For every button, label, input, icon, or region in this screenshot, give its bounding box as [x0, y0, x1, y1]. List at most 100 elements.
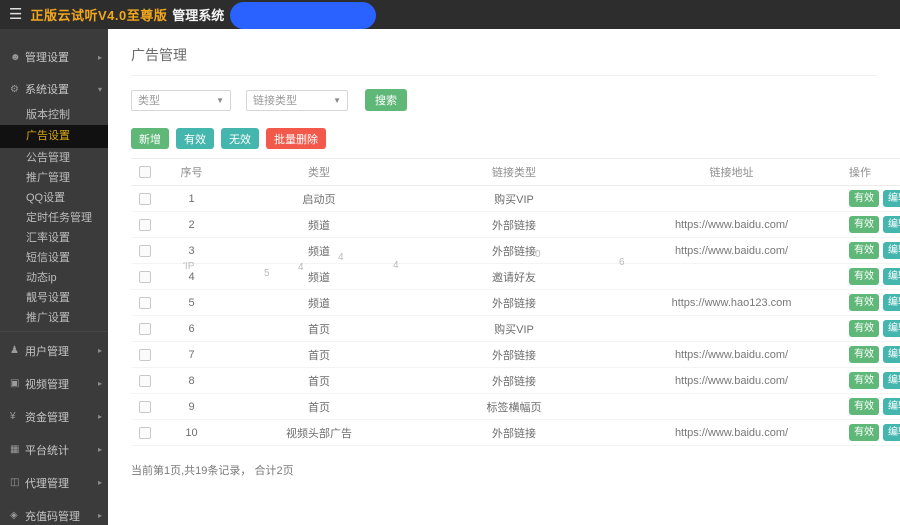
sidebar-subitem-推广管理[interactable]: 推广管理	[0, 168, 108, 188]
cell-serial-no: 10	[159, 420, 224, 446]
invalid-button[interactable]: 无效	[221, 128, 259, 149]
cell-link-url	[614, 264, 849, 290]
cell-link-url	[614, 394, 849, 420]
cell-actions: 有效编辑	[849, 342, 900, 368]
sidebar-subitem-广告设置[interactable]: 广告设置	[0, 125, 108, 148]
row-edit-button[interactable]: 编辑	[883, 320, 900, 337]
cell-actions: 有效编辑	[849, 186, 900, 212]
select-all-checkbox[interactable]	[139, 166, 151, 178]
column-header-url: 链接地址	[614, 159, 849, 186]
sidebar-item-2[interactable]: ⚙系统设置▾	[0, 73, 108, 105]
row-valid-button[interactable]: 有效	[849, 216, 879, 233]
agents-icon: ◫	[10, 477, 25, 488]
row-checkbox[interactable]	[139, 219, 151, 231]
sidebar-subitem-公告管理[interactable]: 公告管理	[0, 148, 108, 168]
sidebar-item-3[interactable]: ♟用户管理▸	[0, 334, 108, 367]
sidebar-subitem-靓号设置[interactable]: 靓号设置	[0, 288, 108, 308]
row-checkbox[interactable]	[139, 401, 151, 413]
sidebar-item-6[interactable]: ▦平台统计▸	[0, 433, 108, 466]
row-valid-button[interactable]: 有效	[849, 346, 879, 363]
row-checkbox[interactable]	[139, 245, 151, 257]
table-row: 6首页购买VIP有效编辑	[131, 316, 900, 342]
sidebar-subitem-版本控制[interactable]: 版本控制	[0, 105, 108, 125]
link-type-filter-value: 链接类型	[253, 92, 333, 108]
row-checkbox[interactable]	[139, 297, 151, 309]
sidebar-subitem-短信设置[interactable]: 短信设置	[0, 248, 108, 268]
row-edit-button[interactable]: 编辑	[883, 372, 900, 389]
cell-serial-no: 7	[159, 342, 224, 368]
ads-table-wrapper: 序号 类型 链接类型 链接地址 操作 1启动页购买VIP有效编辑2频道外部链接h…	[131, 158, 900, 446]
filter-row: 类型 ▼ 链接类型 ▼ 搜索	[131, 89, 900, 111]
cell-link-type: 外部链接	[414, 420, 614, 446]
cell-actions: 有效编辑	[849, 368, 900, 394]
chevron-right-icon: ▸	[98, 53, 102, 62]
sidebar-subitem-定时任务管理[interactable]: 定时任务管理	[0, 208, 108, 228]
row-edit-button[interactable]: 编辑	[883, 294, 900, 311]
cell-serial-no: 4	[159, 264, 224, 290]
cell-actions: 有效编辑	[849, 212, 900, 238]
row-valid-button[interactable]: 有效	[849, 242, 879, 259]
row-checkbox[interactable]	[139, 271, 151, 283]
row-valid-button[interactable]: 有效	[849, 268, 879, 285]
sidebar-item-4[interactable]: ▣视频管理▸	[0, 367, 108, 400]
chevron-right-icon: ▸	[98, 379, 102, 388]
cell-serial-no: 2	[159, 212, 224, 238]
batch-delete-button[interactable]: 批量删除	[266, 128, 326, 149]
system-settings-icon: ⚙	[10, 84, 25, 95]
cell-link-type: 标签横幅页	[414, 394, 614, 420]
type-filter-select[interactable]: 类型 ▼	[131, 90, 231, 111]
search-button[interactable]: 搜索	[365, 89, 407, 111]
row-checkbox[interactable]	[139, 193, 151, 205]
sidebar-item-1[interactable]: ☻管理设置▸	[0, 41, 108, 73]
chevron-right-icon: ▸	[98, 346, 102, 355]
cell-link-type: 外部链接	[414, 290, 614, 316]
valid-button[interactable]: 有效	[176, 128, 214, 149]
row-valid-button[interactable]: 有效	[849, 294, 879, 311]
toolbar: 新增 有效 无效 批量删除	[131, 128, 900, 149]
sidebar-item-7[interactable]: ◫代理管理▸	[0, 466, 108, 499]
row-valid-button[interactable]: 有效	[849, 190, 879, 207]
row-checkbox[interactable]	[139, 349, 151, 361]
cell-ad-type: 频道	[224, 238, 414, 264]
row-edit-button[interactable]: 编辑	[883, 242, 900, 259]
table-header-row: 序号 类型 链接类型 链接地址 操作	[131, 159, 900, 186]
row-edit-button[interactable]: 编辑	[883, 216, 900, 233]
sidebar-subitem-推广设置[interactable]: 推广设置	[0, 308, 108, 328]
row-edit-button[interactable]: 编辑	[883, 346, 900, 363]
sidebar-item-label: 资金管理	[25, 409, 98, 425]
sidebar-divider	[0, 331, 108, 332]
sidebar-subitem-动态ip[interactable]: 动态ip	[0, 268, 108, 288]
row-edit-button[interactable]: 编辑	[883, 268, 900, 285]
row-edit-button[interactable]: 编辑	[883, 424, 900, 441]
main-content: 广告管理 类型 ▼ 链接类型 ▼ 搜索 新增 有效 无效 批量删除	[108, 29, 900, 525]
top-header-bar: ☰ 正版云试听V4.0至尊版 管理系统	[0, 0, 900, 29]
row-valid-button[interactable]: 有效	[849, 398, 879, 415]
row-valid-button[interactable]: 有效	[849, 424, 879, 441]
sidebar-subitem-汇率设置[interactable]: 汇率设置	[0, 228, 108, 248]
cell-serial-no: 8	[159, 368, 224, 394]
cell-link-type: 外部链接	[414, 342, 614, 368]
sidebar-item-5[interactable]: ¥资金管理▸	[0, 400, 108, 433]
cell-link-type: 邀请好友	[414, 264, 614, 290]
row-edit-button[interactable]: 编辑	[883, 398, 900, 415]
cell-link-url: https://www.baidu.com/	[614, 342, 849, 368]
cell-serial-no: 3	[159, 238, 224, 264]
sidebar-subitem-QQ设置[interactable]: QQ设置	[0, 188, 108, 208]
cell-ad-type: 首页	[224, 316, 414, 342]
row-valid-button[interactable]: 有效	[849, 320, 879, 337]
table-row: 4频道邀请好友有效编辑	[131, 264, 900, 290]
column-header-type: 类型	[224, 159, 414, 186]
sidebar-item-8[interactable]: ◈充值码管理▸	[0, 499, 108, 525]
row-checkbox[interactable]	[139, 323, 151, 335]
sidebar-nav: ☻管理设置▸⚙系统设置▾版本控制广告设置公告管理推广管理QQ设置定时任务管理汇率…	[0, 29, 108, 525]
type-filter-value: 类型	[138, 92, 216, 108]
link-type-filter-select[interactable]: 链接类型 ▼	[246, 90, 348, 111]
row-checkbox[interactable]	[139, 375, 151, 387]
row-edit-button[interactable]: 编辑	[883, 190, 900, 207]
cell-link-type: 购买VIP	[414, 316, 614, 342]
add-button[interactable]: 新增	[131, 128, 169, 149]
cell-ad-type: 频道	[224, 290, 414, 316]
hamburger-menu-icon[interactable]: ☰	[0, 0, 30, 29]
row-checkbox[interactable]	[139, 427, 151, 439]
row-valid-button[interactable]: 有效	[849, 372, 879, 389]
